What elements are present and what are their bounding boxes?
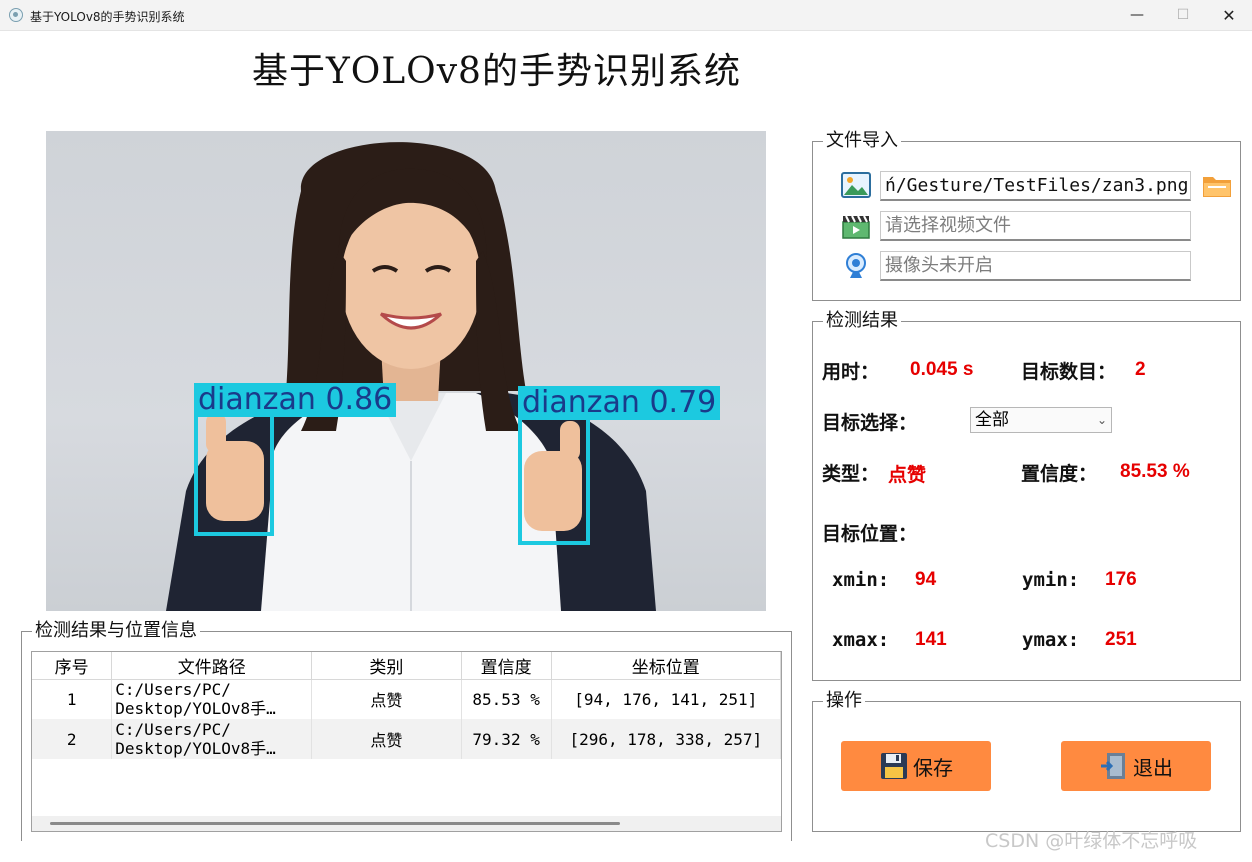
column-header-confidence[interactable]: 置信度 [461, 652, 552, 680]
confidence-value: 85.53 % [1120, 461, 1190, 482]
time-label: 用时： [822, 361, 880, 383]
xmax-label: xmax: [832, 629, 890, 651]
ymin-value: 176 [1105, 569, 1137, 590]
table-row[interactable]: 1 C:/Users/PC/ Desktop/YOLOv8手… 点赞 85.53… [32, 679, 781, 719]
save-button-label: 保存 [913, 755, 953, 780]
save-button[interactable]: 保存 [841, 741, 991, 791]
target-count-value: 2 [1135, 359, 1146, 380]
window-title: 基于YOLOv8的手势识别系统 [30, 10, 185, 24]
person-illustration [166, 142, 656, 611]
folder-icon[interactable] [1201, 171, 1233, 199]
cell-index: 1 [32, 679, 113, 719]
target-position-label: 目标位置： [822, 523, 918, 545]
minimize-button[interactable]: — [1114, 0, 1160, 31]
page-title: 基于YOLOv8的手势识别系统 [252, 51, 741, 92]
target-select-label: 目标选择： [822, 412, 918, 434]
column-header-class[interactable]: 类别 [311, 652, 462, 680]
table-header-row: 序号 文件路径 类别 置信度 坐标位置 [32, 652, 781, 680]
cell-confidence: 79.32 % [461, 719, 552, 759]
result-table[interactable]: 序号 文件路径 类别 置信度 坐标位置 1 C:/Users/PC/ Deskt… [31, 651, 782, 832]
camera-field[interactable]: 摄像头未开启 [880, 251, 1191, 281]
cell-index: 2 [32, 719, 113, 759]
target-count-label: 目标数目： [1021, 361, 1117, 383]
ymin-label: ymin: [1022, 569, 1080, 591]
detection-box-1 [194, 412, 274, 536]
file-import-title: 文件导入 [823, 131, 901, 151]
actions-title: 操作 [823, 691, 865, 711]
column-header-coordinates[interactable]: 坐标位置 [551, 652, 781, 680]
detection-box-2 [518, 415, 590, 545]
ymax-value: 251 [1105, 629, 1137, 650]
exit-door-icon [1101, 753, 1125, 779]
close-button[interactable]: ✕ [1206, 0, 1252, 31]
chevron-down-icon: ⌄ [1096, 413, 1107, 427]
table-row[interactable]: 2 C:/Users/PC/ Desktop/YOLOv8手… 点赞 79.32… [32, 719, 781, 759]
cell-confidence: 85.53 % [461, 679, 552, 719]
xmin-value: 94 [915, 569, 937, 590]
column-header-path[interactable]: 文件路径 [111, 652, 313, 680]
floppy-disk-icon [881, 753, 907, 779]
type-label: 类型： [822, 463, 880, 485]
cell-path: C:/Users/PC/ Desktop/YOLOv8手… [111, 679, 313, 719]
exit-button[interactable]: 退出 [1061, 741, 1211, 791]
ymax-label: ymax: [1022, 629, 1080, 651]
window-titlebar: 基于YOLOv8的手势识别系统 — ☐ ✕ [0, 0, 1252, 31]
video-clapper-icon[interactable] [840, 212, 872, 240]
cell-class: 点赞 [311, 719, 462, 759]
horizontal-scrollbar[interactable] [32, 816, 781, 831]
watermark: CSDN @叶绿体不忘呼吸 [985, 830, 1198, 852]
webcam-icon[interactable] [840, 252, 872, 280]
cell-coordinates: [296, 178, 338, 257] [551, 719, 781, 759]
target-select-dropdown[interactable]: 全部 ⌄ [970, 407, 1112, 433]
target-select-value: 全部 [975, 410, 1009, 430]
xmax-value: 141 [915, 629, 947, 650]
confidence-label: 置信度： [1021, 463, 1098, 485]
cell-class: 点赞 [311, 679, 462, 719]
result-table-title: 检测结果与位置信息 [32, 621, 200, 641]
image-path-field[interactable]: ń/Gesture/TestFiles/zan3.png [880, 171, 1191, 201]
type-value: 点赞 [888, 465, 927, 486]
cell-coordinates: [94, 176, 141, 251] [551, 679, 781, 719]
video-file-field[interactable]: 请选择视频文件 [880, 211, 1191, 241]
scrollbar-thumb[interactable] [50, 822, 620, 825]
maximize-button[interactable]: ☐ [1160, 0, 1206, 31]
xmin-label: xmin: [832, 569, 890, 591]
detection-result-title: 检测结果 [823, 311, 901, 331]
app-icon [9, 8, 23, 22]
column-header-index[interactable]: 序号 [32, 652, 113, 680]
time-value: 0.045 s [910, 359, 974, 380]
exit-button-label: 退出 [1133, 755, 1173, 780]
cell-path: C:/Users/PC/ Desktop/YOLOv8手… [111, 719, 313, 759]
image-icon[interactable] [840, 171, 872, 199]
detection-image: dianzan 0.86 dianzan 0.79 [46, 131, 766, 611]
